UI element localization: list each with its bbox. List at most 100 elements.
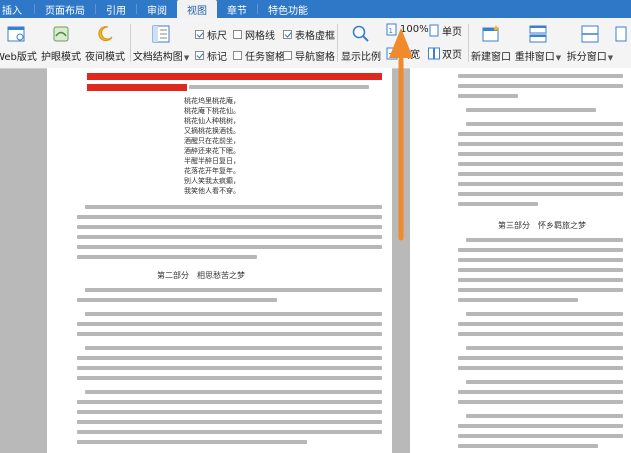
text-line <box>458 424 623 428</box>
rearrange-window-button[interactable]: 重排窗口▼ <box>514 20 562 66</box>
text-line <box>458 390 623 394</box>
poem-line: 我笑他人看不穿。 <box>184 187 240 195</box>
text-line <box>458 298 578 302</box>
text-line <box>466 108 596 112</box>
ribbon-tab-bar: 插入 页面布局 引用 审阅 视图 章节 特色功能 <box>0 0 631 18</box>
mark-label: 标记 <box>207 52 227 63</box>
zoom-value: 100% <box>400 24 429 35</box>
more-ribbon-button[interactable] <box>615 20 631 66</box>
ruler-label: 标尺 <box>207 31 227 42</box>
text-line <box>85 205 382 209</box>
zoom-100-button[interactable]: 1 100% <box>386 23 429 36</box>
doc-structure-label: 文档结构图▼ <box>133 48 189 63</box>
section-heading: 第三部分 怀乡羁旅之梦 <box>498 221 586 230</box>
text-line <box>77 332 382 336</box>
text-line <box>85 390 382 394</box>
svg-text:1: 1 <box>389 27 393 35</box>
text-line <box>77 235 382 239</box>
tab-insert[interactable]: 插入 <box>0 0 34 18</box>
text-line <box>458 366 623 370</box>
moon-icon <box>95 24 115 44</box>
text-line <box>458 162 623 166</box>
night-mode-button[interactable]: 夜间模式 <box>84 20 126 66</box>
text-line <box>77 410 382 414</box>
single-page-label: 单页 <box>442 27 462 38</box>
text-line <box>466 238 623 242</box>
text-line <box>458 258 623 262</box>
text-line <box>458 84 623 88</box>
double-page-button[interactable]: 双页 <box>428 46 462 61</box>
tab-references[interactable]: 引用 <box>96 0 136 18</box>
text-line <box>85 346 382 350</box>
text-line <box>458 400 623 404</box>
checkbox-box <box>283 30 292 39</box>
tab-chapter[interactable]: 章节 <box>217 0 257 18</box>
text-line <box>77 356 382 360</box>
single-page-button[interactable]: 单页 <box>428 23 462 38</box>
text-line <box>85 312 382 316</box>
chevron-down-icon: ▼ <box>183 54 190 62</box>
text-line <box>77 245 382 249</box>
text-line <box>458 152 623 156</box>
highlighted-text-line <box>87 84 187 91</box>
web-layout-label: Web版式 <box>0 52 37 63</box>
new-window-button[interactable]: 新建窗口 <box>470 20 512 66</box>
checkbox-box <box>283 51 292 60</box>
text-line <box>77 255 257 259</box>
task-pane-label: 任务窗格 <box>245 52 285 63</box>
page-zoom-icon: 1 <box>386 23 397 36</box>
document-page-right[interactable]: 第三部分 怀乡羁旅之梦 <box>410 68 631 453</box>
text-line <box>77 215 382 219</box>
web-layout-button[interactable]: Web版式 <box>0 20 38 66</box>
text-line <box>458 268 623 272</box>
text-line <box>458 288 623 292</box>
ruler-checkbox[interactable]: 标尺 <box>195 27 227 42</box>
text-line <box>466 414 623 418</box>
chevron-down-icon: ▼ <box>607 54 614 62</box>
text-line <box>466 312 623 316</box>
eye-mode-button[interactable]: 护眼模式 <box>40 20 82 66</box>
text-line <box>458 332 623 336</box>
doc-structure-text: 文档结构图 <box>132 52 183 63</box>
highlighted-text-line <box>87 73 382 80</box>
double-page-label: 双页 <box>442 50 462 61</box>
gridlines-checkbox[interactable]: 网格线 <box>233 27 275 42</box>
ribbon-separator <box>468 24 469 62</box>
poem-line: 半醒半醉日复日， <box>184 157 240 165</box>
ribbon-toolbar: Web版式 护眼模式 夜间模式 文档结构图▼ 标尺 网格线 表格虚框 标记 任务… <box>0 18 631 69</box>
tab-page-layout[interactable]: 页面布局 <box>35 0 95 18</box>
text-line <box>77 420 382 424</box>
text-line <box>458 356 623 360</box>
document-page-left[interactable]: 桃花坞里桃花庵， 桃花庵下桃花仙。 桃花仙人种桃树， 又摘桃花换酒钱。 酒醒只在… <box>47 68 392 453</box>
single-page-icon <box>429 24 439 37</box>
show-ratio-label: 显示比例 <box>341 52 381 63</box>
nav-pane-label: 导航窗格 <box>295 52 335 63</box>
poem-line: 酒醉还来花下眠。 <box>184 147 240 155</box>
new-window-label: 新建窗口 <box>471 52 511 63</box>
tab-view[interactable]: 视图 <box>177 0 217 18</box>
text-line <box>77 376 382 380</box>
text-line <box>466 380 623 384</box>
gridlines-label: 网格线 <box>245 31 275 42</box>
tab-review[interactable]: 审阅 <box>137 0 177 18</box>
rearrange-window-label: 重排窗口▼ <box>515 48 561 63</box>
table-frame-checkbox[interactable]: 表格虚框 <box>283 27 335 42</box>
mark-checkbox[interactable]: 标记 <box>195 48 227 63</box>
task-pane-checkbox[interactable]: 任务窗格 <box>233 48 285 63</box>
split-window-label: 拆分窗口▼ <box>567 48 613 63</box>
text-line <box>466 122 623 126</box>
checkbox-box <box>195 30 204 39</box>
tab-special-features[interactable]: 特色功能 <box>258 0 318 18</box>
text-line <box>189 85 369 89</box>
text-line <box>77 440 307 444</box>
checkbox-box <box>233 51 242 60</box>
text-line <box>77 366 382 370</box>
rearrange-window-icon <box>528 24 548 44</box>
nav-pane-checkbox[interactable]: 导航窗格 <box>283 48 335 63</box>
double-page-icon <box>428 47 440 60</box>
page-width-button[interactable]: 页宽 <box>386 46 420 61</box>
poem-line: 桃花仙人种桃树， <box>184 117 240 125</box>
show-ratio-button[interactable]: 显示比例 <box>340 20 382 66</box>
split-window-button[interactable]: 拆分窗口▼ <box>566 20 614 66</box>
doc-structure-button[interactable]: 文档结构图▼ <box>133 20 189 66</box>
